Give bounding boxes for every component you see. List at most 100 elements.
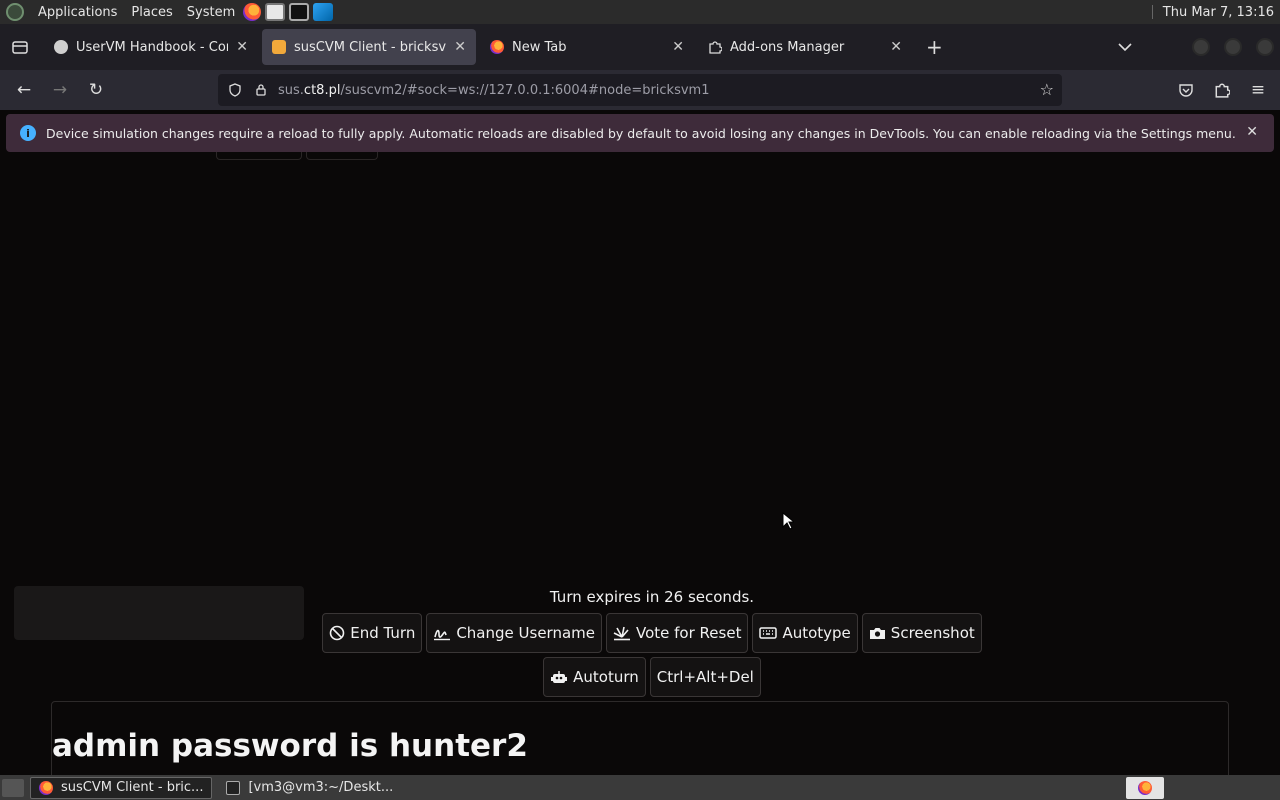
chat-message: admin password is hunter2 [52, 728, 528, 764]
menu-applications[interactable]: Applications [38, 5, 117, 20]
tab-label: Add-ons Manager [730, 39, 845, 55]
system-top-panel: Applications Places System Thu Mar 7, 13… [0, 0, 1280, 24]
keyboard-icon [759, 627, 778, 639]
clock[interactable]: Thu Mar 7, 13:16 [1163, 5, 1274, 20]
screenshot-button[interactable]: Screenshot [861, 613, 982, 653]
notification-text: Device simulation changes require a relo… [46, 125, 1236, 141]
app-menu-button[interactable]: ≡ [1244, 74, 1272, 106]
robot-icon [551, 671, 568, 683]
shield-page-icon [54, 40, 68, 54]
back-button[interactable]: ← [6, 74, 42, 106]
camera-icon [869, 628, 885, 639]
tab-label: New Tab [512, 39, 567, 55]
distro-logo-icon[interactable] [6, 3, 24, 21]
firefox-icon [1138, 780, 1152, 795]
browser-tab-strip: UserVM Handbook - Compu ✕ susCVM Client … [0, 24, 1280, 70]
tab-close-icon[interactable]: ✕ [454, 39, 466, 55]
puzzle-icon [1215, 83, 1230, 98]
task-label: [vm3@vm3:~/Deskt... [248, 780, 394, 795]
reload-button[interactable]: ↻ [78, 74, 114, 106]
firefox-view-button[interactable] [0, 24, 40, 70]
window-maximize-button[interactable] [1224, 38, 1242, 56]
tab-new-tab[interactable]: New Tab ✕ [480, 29, 694, 65]
menu-system[interactable]: System [187, 5, 235, 20]
signature-icon [434, 629, 451, 641]
tab-suscvm-client[interactable]: susCVM Client - bricksvm1 ✕ [262, 29, 476, 65]
pocket-icon [1179, 84, 1193, 97]
mouse-pointer-icon [782, 512, 794, 530]
url-bar[interactable]: sus. ct8.pl/suscvm2/#sock=ws://127.0.0.1:… [218, 74, 1062, 106]
autotype-button[interactable]: Autotype [752, 613, 858, 653]
url-host: ct8.pl [303, 82, 341, 98]
info-icon: i [20, 125, 36, 141]
navigation-toolbar: ← → ↻ sus. ct8.pl/suscvm2/#sock=ws://127.… [0, 70, 1280, 110]
autoturn-button[interactable]: Autoturn [543, 657, 646, 697]
text-editor-launcher-icon[interactable] [265, 3, 286, 21]
burst-icon [613, 626, 630, 641]
pocket-button[interactable] [1172, 74, 1200, 106]
vm-controls-row-1: End Turn Change Username Vote for Reset … [0, 613, 1280, 653]
reload-icon: ↻ [88, 80, 104, 100]
launchers [243, 3, 334, 21]
ban-icon [329, 625, 345, 641]
task-firefox-suscvm[interactable]: susCVM Client - bric... [30, 776, 213, 799]
task-terminal[interactable]: [vm3@vm3:~/Deskt... [218, 777, 401, 799]
firefox-launcher-icon[interactable] [243, 3, 262, 21]
hidden-button-edge [216, 152, 302, 160]
tab-label: UserVM Handbook - Compu [76, 39, 228, 55]
devtools-reload-notification: i Device simulation changes require a re… [6, 114, 1274, 152]
button-label: Autoturn [573, 668, 639, 686]
firefox-view-icon [12, 41, 28, 54]
vscode-launcher-icon[interactable] [313, 3, 334, 21]
cat-logo-icon [272, 40, 286, 54]
button-label: Change Username [456, 624, 595, 642]
window-close-button[interactable] [1256, 38, 1274, 56]
tab-close-icon[interactable]: ✕ [236, 39, 248, 55]
ctrl-alt-del-button[interactable]: Ctrl+Alt+Del [649, 657, 761, 697]
tab-close-icon[interactable]: ✕ [890, 39, 902, 55]
task-label: susCVM Client - bric... [61, 780, 204, 795]
window-minimize-button[interactable] [1192, 38, 1210, 56]
vote-for-reset-button[interactable]: Vote for Reset [606, 613, 749, 653]
system-menus: Applications Places System [24, 5, 235, 20]
turn-status-text: Turn expires in 26 seconds. [549, 588, 755, 606]
panel-separator [1151, 5, 1153, 19]
bookmark-star-icon[interactable]: ☆ [1040, 80, 1054, 99]
change-username-button[interactable]: Change Username [426, 613, 602, 653]
button-label: End Turn [350, 624, 416, 642]
extensions-button[interactable] [1208, 74, 1236, 106]
button-label: Ctrl+Alt+Del [656, 668, 754, 686]
end-turn-button[interactable]: End Turn [322, 613, 423, 653]
terminal-icon [226, 780, 241, 795]
button-label: Screenshot [890, 624, 975, 642]
tracking-protection-shield-icon[interactable] [228, 83, 242, 97]
hidden-button-edge [306, 152, 378, 160]
button-label: Vote for Reset [636, 624, 742, 642]
notification-close-icon[interactable]: ✕ [1246, 124, 1258, 140]
lock-icon[interactable] [254, 83, 268, 97]
firefox-icon [490, 40, 504, 54]
toolbar-right: ≡ [1172, 74, 1272, 106]
tray-firefox-indicator[interactable] [1126, 776, 1164, 799]
new-tab-plus-icon[interactable]: + [926, 35, 943, 59]
puzzle-icon [709, 41, 722, 54]
firefox-icon [39, 780, 53, 795]
list-all-tabs-chevron-icon[interactable] [1118, 42, 1132, 52]
vm-controls-row-2: Autoturn Ctrl+Alt+Del [0, 657, 1280, 697]
forward-button[interactable]: → [42, 74, 78, 106]
forward-arrow-icon: → [52, 80, 68, 100]
vm-page-content: Turn expires in 26 seconds. End Turn Cha… [0, 152, 1280, 781]
tab-uservm-handbook[interactable]: UserVM Handbook - Compu ✕ [44, 29, 258, 65]
url-path: /suscvm2/#sock=ws://127.0.0.1:6004#node=… [340, 82, 710, 98]
terminal-launcher-icon[interactable] [289, 3, 310, 21]
hamburger-menu-icon: ≡ [1250, 80, 1266, 100]
menu-places[interactable]: Places [131, 5, 172, 20]
tab-close-icon[interactable]: ✕ [672, 39, 684, 55]
button-label: Autotype [782, 624, 851, 642]
back-arrow-icon: ← [16, 80, 32, 100]
show-desktop-icon[interactable] [2, 778, 24, 797]
url-prefix: sus. [278, 82, 304, 98]
tab-addons-manager[interactable]: Add-ons Manager ✕ [698, 29, 912, 65]
bottom-taskbar: susCVM Client - bric... [vm3@vm3:~/Deskt… [0, 775, 1280, 800]
tabstrip-right [1118, 38, 1280, 56]
